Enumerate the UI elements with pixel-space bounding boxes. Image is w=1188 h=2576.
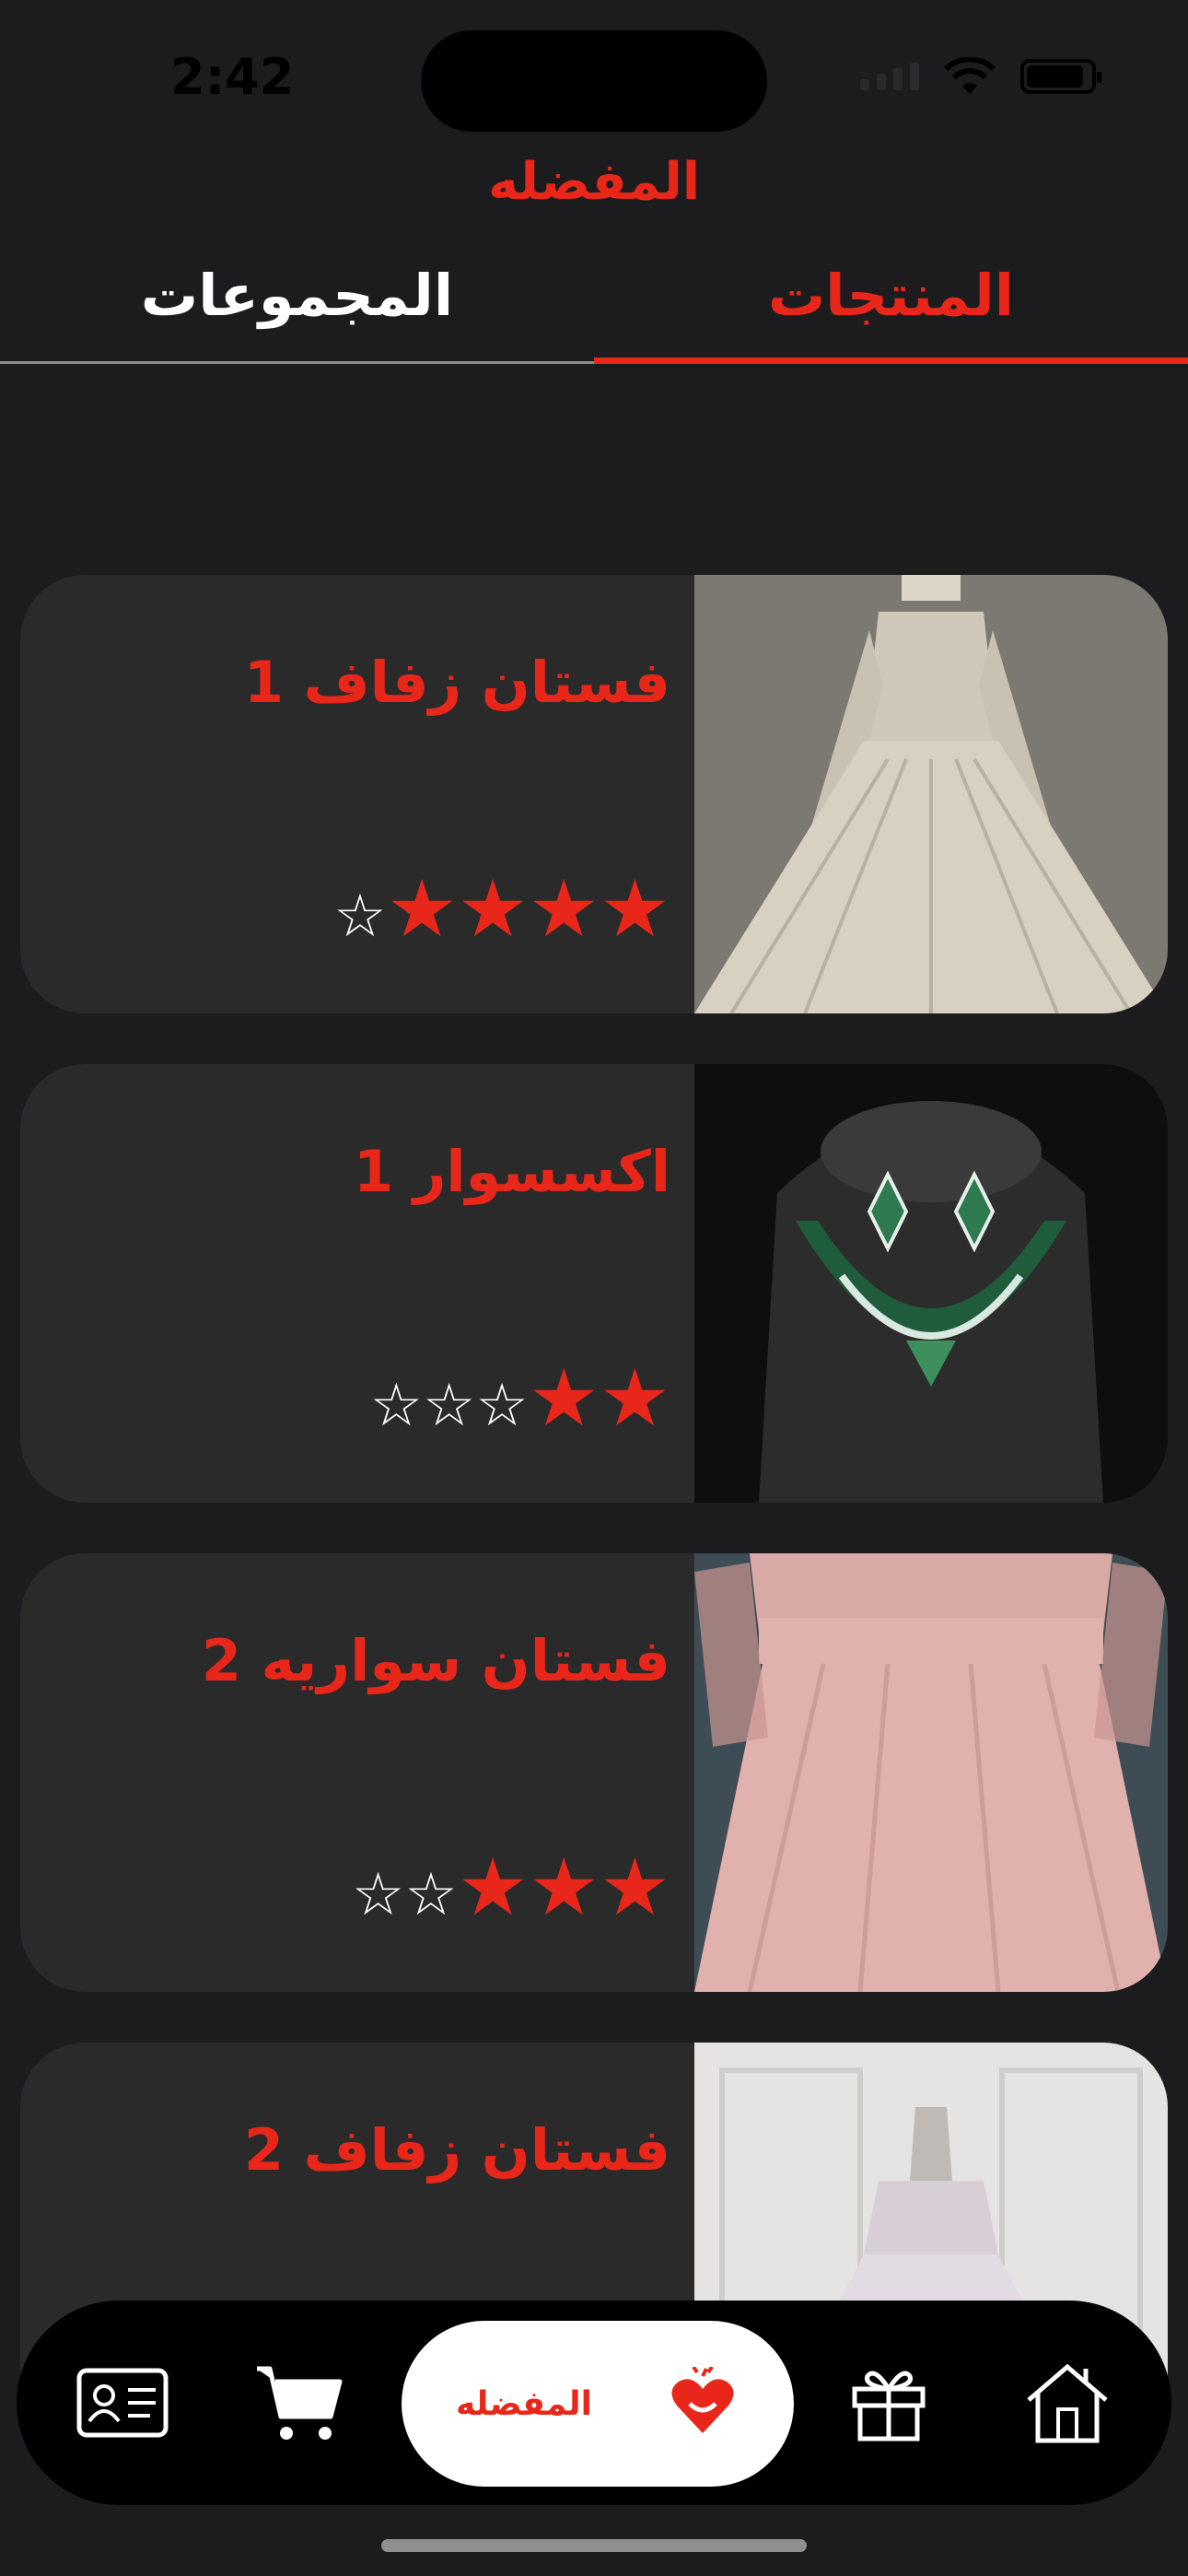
star-filled-icon: ★ <box>386 863 458 955</box>
star-filled-icon: ★ <box>457 1842 529 1934</box>
star-filled-icon: ★ <box>599 1352 670 1445</box>
dynamic-island <box>421 30 767 132</box>
product-name: اكسسوار 1 <box>353 1138 670 1205</box>
favorites-list: فستان زفاف 1 ★★★★☆ اكسسوار 1 ★★☆☆☆ فستان… <box>20 575 1168 2532</box>
id-card-icon <box>76 2368 169 2438</box>
bottom-nav: المفضله <box>17 2301 1171 2505</box>
status-time: 2:42 <box>170 48 295 106</box>
star-filled-icon: ★ <box>599 1842 670 1934</box>
heart-hands-icon <box>671 2367 734 2433</box>
cellular-signal-icon <box>860 63 919 90</box>
rating-stars: ★★★☆☆ <box>352 1848 670 1935</box>
nav-favorites[interactable]: المفضله <box>402 2321 794 2487</box>
home-indicator <box>381 2539 807 2552</box>
star-filled-icon: ★ <box>528 1352 600 1445</box>
star-empty-icon: ☆ <box>369 1372 424 1440</box>
product-card[interactable]: فستان زفاف 1 ★★★★☆ <box>20 575 1168 1013</box>
product-name: فستان سواريه 2 <box>201 1627 670 1694</box>
page-title: المفضله <box>487 152 701 212</box>
home-icon <box>1027 2363 1108 2443</box>
nav-home[interactable] <box>998 2301 1136 2505</box>
tab-bar: المنتجات المجموعات <box>0 249 1188 364</box>
star-empty-icon: ☆ <box>351 1861 405 1929</box>
product-card[interactable]: فستان سواريه 2 ★★★☆☆ <box>20 1553 1168 1992</box>
star-filled-icon: ★ <box>599 863 670 955</box>
necklace-earrings-photo <box>694 1064 1168 1503</box>
star-empty-icon: ☆ <box>404 1861 458 1929</box>
nav-offers[interactable] <box>820 2301 958 2505</box>
battery-icon <box>1020 59 1101 94</box>
product-card[interactable]: اكسسوار 1 ★★☆☆☆ <box>20 1064 1168 1503</box>
star-filled-icon: ★ <box>528 1842 600 1934</box>
product-name: فستان زفاف 2 <box>243 2116 670 2184</box>
star-filled-icon: ★ <box>528 863 600 955</box>
wedding-dress-photo <box>694 575 1168 1013</box>
wifi-icon <box>943 57 996 94</box>
product-name: فستان زفاف 1 <box>243 649 670 716</box>
rating-stars: ★★☆☆☆ <box>370 1359 670 1446</box>
pink-evening-dress-photo <box>694 1553 1168 1992</box>
star-empty-icon: ☆ <box>333 883 387 951</box>
tab-products[interactable]: المنتجات <box>594 249 1188 364</box>
star-empty-icon: ☆ <box>423 1372 476 1440</box>
cart-icon <box>257 2366 343 2440</box>
tab-collections[interactable]: المجموعات <box>0 249 594 364</box>
star-filled-icon: ★ <box>457 863 529 955</box>
rating-stars: ★★★★☆ <box>333 870 670 956</box>
nav-favorites-label: المفضله <box>456 2384 592 2423</box>
status-icons <box>860 57 1101 96</box>
nav-profile[interactable] <box>53 2301 192 2505</box>
gift-icon <box>852 2371 926 2441</box>
star-empty-icon: ☆ <box>475 1372 529 1440</box>
nav-cart[interactable] <box>230 2301 368 2505</box>
